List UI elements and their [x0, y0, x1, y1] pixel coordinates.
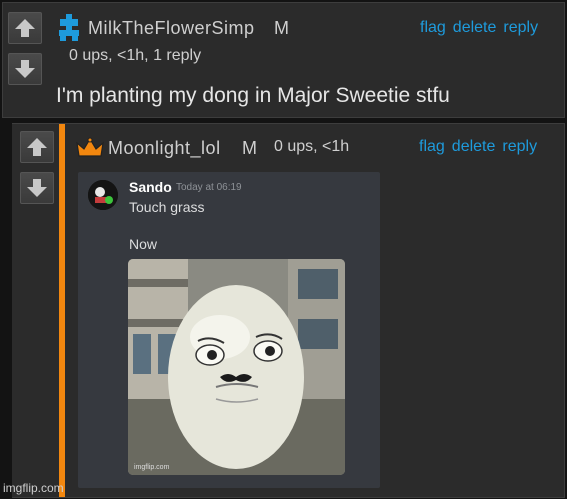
embed-line-1: Touch grass — [129, 199, 205, 215]
crown-icon — [76, 137, 104, 157]
comment-image[interactable]: Sando Today at 06:19 Touch grass Now img… — [78, 172, 380, 488]
arrow-up-icon — [15, 19, 35, 37]
puzzle-piece-icon — [59, 14, 79, 41]
comment-actions: flag delete reply — [419, 138, 537, 156]
embed-line-2: Now — [129, 236, 158, 252]
arrow-down-icon — [15, 60, 35, 78]
comment-username[interactable]: Moonlight_lol — [108, 138, 221, 159]
delete-link[interactable]: delete — [452, 138, 496, 156]
downvote-button[interactable] — [20, 172, 54, 204]
egg-face-image: imgflip.com — [128, 259, 345, 475]
flag-link[interactable]: flag — [419, 138, 445, 156]
comment-1: MilkTheFlowerSimp M 0 ups, <1h, 1 reply … — [2, 2, 565, 118]
upvote-button[interactable] — [20, 131, 54, 163]
comment-username[interactable]: MilkTheFlowerSimp — [88, 18, 255, 39]
delete-link[interactable]: delete — [453, 19, 497, 37]
comment-actions: flag delete reply — [420, 19, 538, 37]
downvote-button[interactable] — [8, 53, 42, 85]
embed-author: Sando — [129, 179, 172, 195]
reply-link[interactable]: reply — [503, 19, 538, 37]
comment-meta: 0 ups, <1h — [274, 138, 350, 155]
upvote-button[interactable] — [8, 12, 42, 44]
mod-badge: M — [274, 18, 289, 38]
arrow-down-icon — [27, 179, 47, 197]
site-watermark: imgflip.com — [3, 481, 64, 495]
arrow-up-icon — [27, 138, 47, 156]
flag-link[interactable]: flag — [420, 19, 446, 37]
reply-link[interactable]: reply — [502, 138, 537, 156]
comment-meta: 0 ups, <1h, 1 reply — [69, 47, 202, 64]
comment-text: I'm planting my dong in Major Sweetie st… — [56, 84, 450, 107]
image-watermark: imgflip.com — [134, 464, 170, 471]
reply-indent-bar — [59, 124, 65, 497]
embed-timestamp: Today at 06:19 — [176, 182, 242, 193]
avatar — [88, 180, 118, 210]
mod-badge: M — [242, 138, 257, 158]
